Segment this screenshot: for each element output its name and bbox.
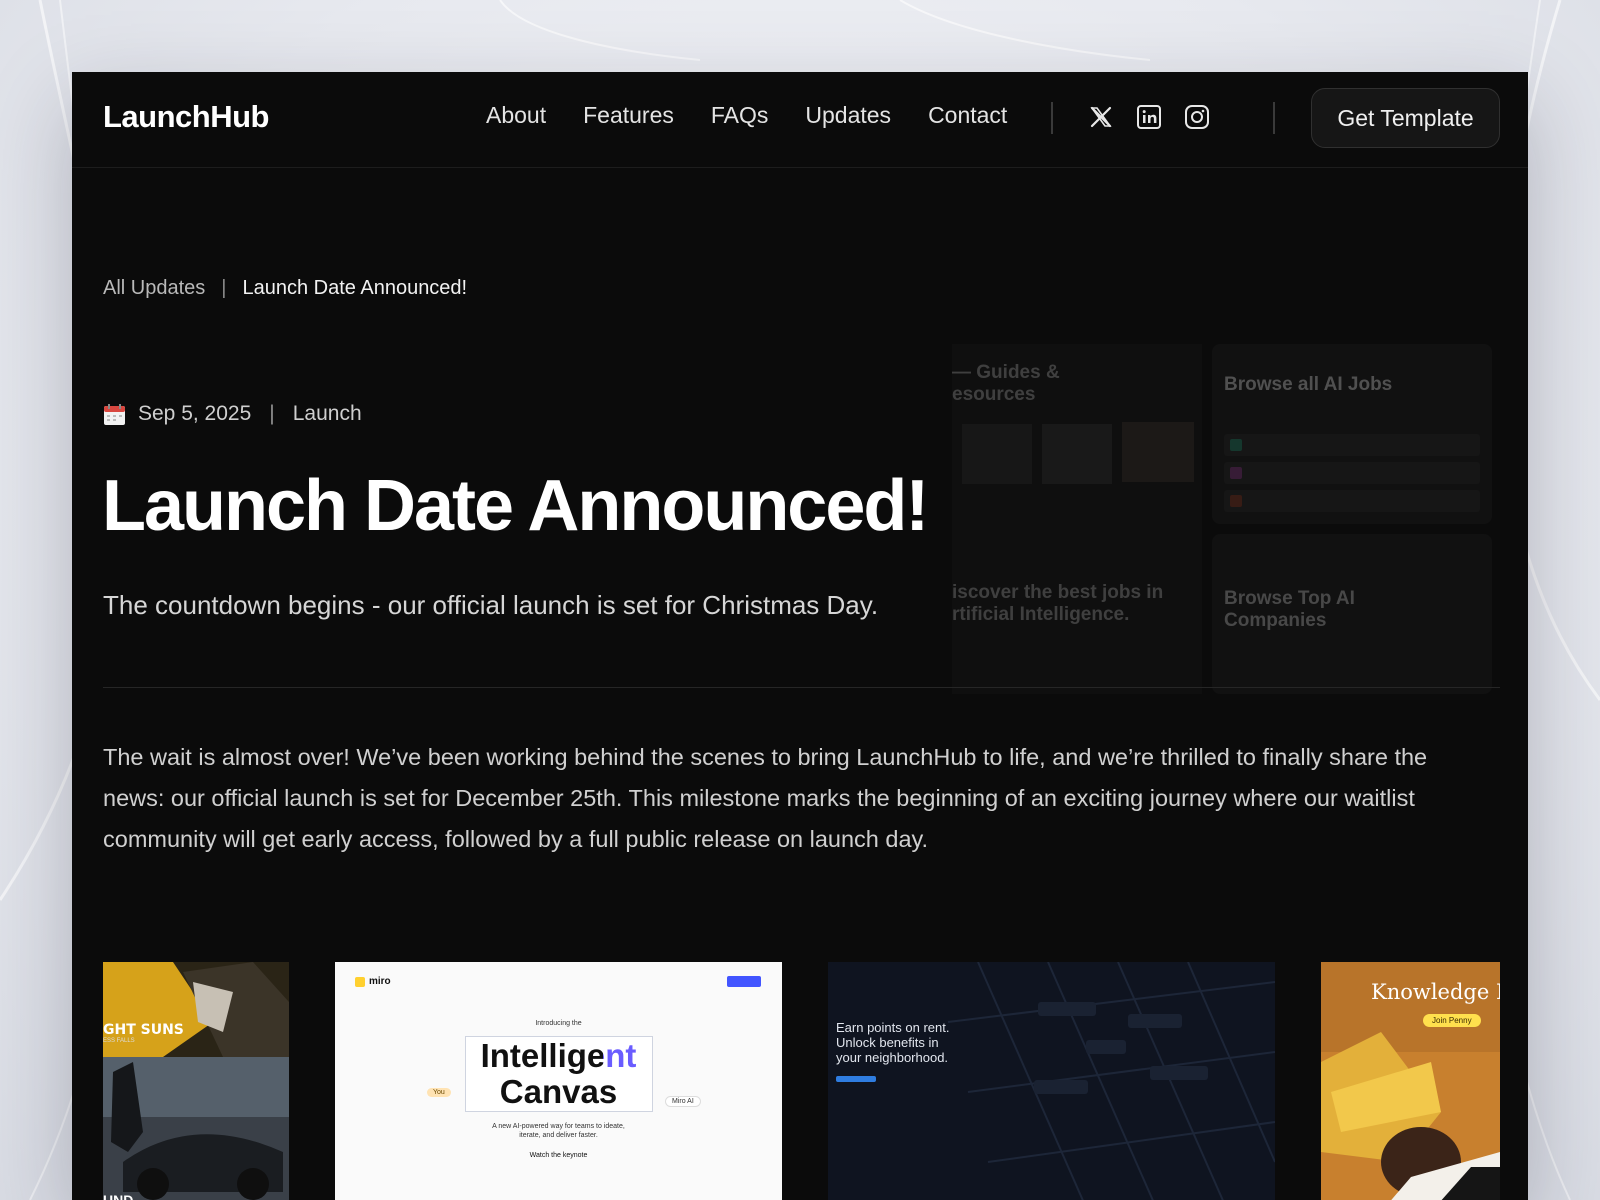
post-subtitle: The countdown begins - our official laun… bbox=[103, 590, 879, 620]
linkedin-icon[interactable] bbox=[1134, 102, 1164, 132]
logo[interactable]: LaunchHub bbox=[103, 99, 270, 135]
post-meta: Sep 5, 2025 | Launch bbox=[103, 402, 362, 426]
post-body: The wait is almost over! We’ve been work… bbox=[103, 744, 1428, 852]
tile3-line-1: Earn points on rent. bbox=[836, 1020, 950, 1035]
nav-divider-2 bbox=[1273, 102, 1275, 134]
gallery-tile-game-art[interactable]: GHT SUNS ESS FALLS UND bbox=[103, 962, 289, 1200]
tile4-cta: Join Penny bbox=[1423, 1014, 1481, 1027]
tile2-brand: miro bbox=[369, 976, 391, 987]
miro-signup-button bbox=[727, 976, 761, 987]
x-icon[interactable] bbox=[1086, 102, 1116, 132]
tile2-cta: Watch the keynote bbox=[529, 1152, 588, 1159]
tile1-text-1: GHT SUNS bbox=[103, 1022, 184, 1038]
showcase-preview: — Guides & esources iscover the best job… bbox=[952, 344, 1512, 694]
nav-link-about[interactable]: About bbox=[486, 102, 546, 129]
showcase-right-heading-2: Browse Top AI bbox=[1224, 588, 1355, 609]
instagram-icon[interactable] bbox=[1182, 102, 1212, 132]
nav-link-updates[interactable]: Updates bbox=[805, 102, 891, 129]
tile2-intro: Introducing the bbox=[535, 1020, 582, 1027]
tile2-ai-tag: Miro AI bbox=[665, 1096, 701, 1107]
tile2-you-tag: You bbox=[427, 1088, 451, 1097]
showcase-right-heading-1: Browse all AI Jobs bbox=[1224, 374, 1393, 395]
gallery-tile-knowledge[interactable]: Knowledge Dr Join Penny bbox=[1321, 962, 1500, 1200]
breadcrumb-separator: | bbox=[221, 277, 227, 299]
tile3-line-2: Unlock benefits in bbox=[836, 1035, 939, 1050]
tile4-title: Knowledge Dr bbox=[1371, 980, 1500, 1004]
showcase-right-heading-3: Companies bbox=[1224, 610, 1327, 631]
get-template-button[interactable]: Get Template bbox=[1311, 88, 1500, 148]
post-title: Launch Date Announced! bbox=[102, 466, 929, 546]
post-category[interactable]: Launch bbox=[293, 402, 362, 426]
nav-link-contact[interactable]: Contact bbox=[928, 102, 1007, 129]
section-divider bbox=[103, 687, 1500, 688]
nav-links: About Features FAQs Updates Contact bbox=[486, 102, 1007, 129]
image-gallery: GHT SUNS ESS FALLS UND miro Introducing … bbox=[103, 962, 1500, 1200]
nav-divider bbox=[1051, 102, 1053, 134]
showcase-left-heading-2: esources bbox=[952, 384, 1036, 405]
miro-logo-icon bbox=[355, 976, 365, 987]
showcase-left-heading-3: iscover the best jobs in bbox=[952, 582, 1164, 603]
post-date: Sep 5, 2025 bbox=[138, 402, 252, 425]
showcase-left-heading-4: rtificial Intelligence. bbox=[952, 604, 1130, 625]
top-navbar: LaunchHub About Features FAQs Updates Co… bbox=[72, 72, 1528, 168]
meta-separator: | bbox=[269, 402, 275, 425]
showcase-left-heading-1: — Guides & bbox=[952, 362, 1060, 383]
gallery-tile-miro[interactable]: miro Introducing the Intelligent Canvas … bbox=[335, 962, 782, 1200]
browser-frame: LaunchHub About Features FAQs Updates Co… bbox=[72, 72, 1528, 1200]
tile3-line-3: your neighborhood. bbox=[836, 1050, 949, 1065]
tile2-title-1: Intelligent bbox=[335, 1038, 782, 1074]
tile1-text-3: UND bbox=[103, 1192, 134, 1200]
nav-link-faqs[interactable]: FAQs bbox=[711, 102, 769, 129]
breadcrumb: All Updates | Launch Date Announced! bbox=[103, 277, 467, 300]
gallery-tile-map[interactable]: Earn points on rent. Unlock benefits in … bbox=[828, 962, 1275, 1200]
breadcrumb-current: Launch Date Announced! bbox=[242, 277, 468, 299]
nav-link-features[interactable]: Features bbox=[583, 102, 674, 129]
tile2-title-2: Canvas bbox=[499, 1073, 618, 1110]
breadcrumb-all-updates[interactable]: All Updates bbox=[103, 277, 205, 300]
calendar-icon bbox=[103, 403, 126, 426]
tile2-desc: A new AI-powered way for teams to ideate… bbox=[492, 1123, 625, 1139]
tile1-text-2: ESS FALLS bbox=[103, 1038, 135, 1044]
